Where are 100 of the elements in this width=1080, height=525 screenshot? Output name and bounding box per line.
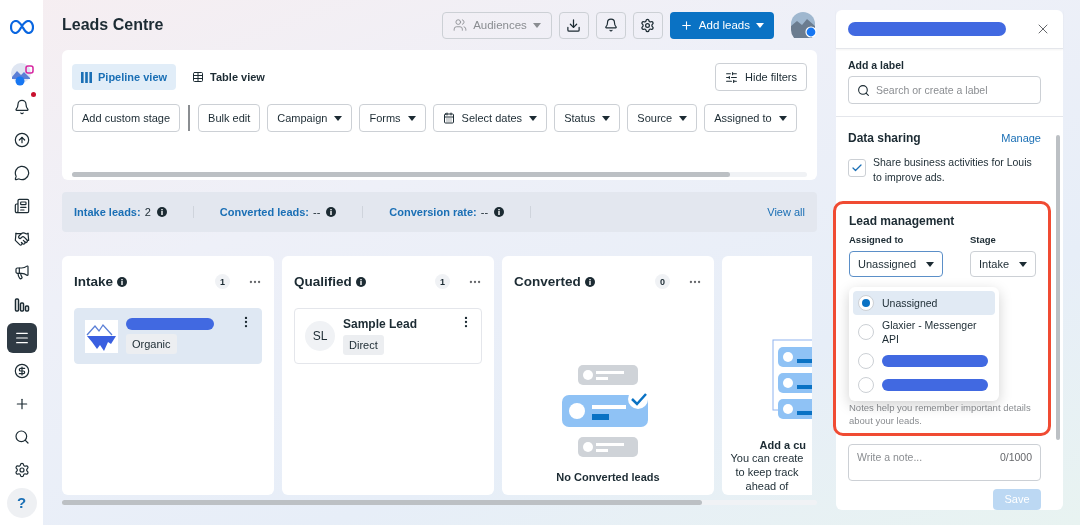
search-icon bbox=[13, 428, 30, 445]
search-icon bbox=[857, 83, 870, 97]
label-search-input[interactable]: Search or create a label bbox=[876, 84, 1026, 96]
info-icon bbox=[156, 207, 167, 217]
column-title: Qualified bbox=[294, 274, 352, 289]
bar-chart-icon bbox=[13, 296, 30, 313]
stat-label: Converted leads: bbox=[219, 206, 309, 218]
chat-icon bbox=[13, 164, 30, 181]
filter-dropdown[interactable]: Status bbox=[554, 104, 621, 132]
note-field[interactable]: Write a note... 0/1000 bbox=[848, 444, 1041, 481]
caret-icon bbox=[1019, 261, 1027, 267]
radio-button[interactable] bbox=[858, 377, 874, 393]
filter-dropdown[interactable]: Source bbox=[627, 104, 698, 132]
stage-select[interactable]: Intake bbox=[970, 251, 1036, 277]
infinity-logo-icon bbox=[9, 19, 34, 34]
iceberg-icon bbox=[85, 319, 118, 353]
column-title: Intake bbox=[74, 274, 114, 289]
assignee-option[interactable]: Glaxier - Messenger API bbox=[853, 315, 995, 349]
manage-link[interactable]: Manage bbox=[1001, 132, 1041, 144]
label-search-field[interactable]: Search or create a label bbox=[848, 76, 1041, 104]
page-title: Leads Centre bbox=[62, 16, 164, 34]
bell-icon bbox=[13, 98, 30, 115]
column-title: Converted bbox=[514, 274, 581, 289]
check-icon bbox=[851, 162, 863, 174]
settings-icon bbox=[13, 461, 30, 478]
scrollbar[interactable] bbox=[72, 172, 730, 177]
column-title: Add a cu bbox=[759, 439, 807, 451]
download-icon bbox=[566, 17, 582, 33]
source-tag: Direct bbox=[343, 335, 384, 355]
section-title: Add a label bbox=[848, 59, 905, 71]
radio-button[interactable] bbox=[858, 295, 874, 311]
lead-count: 1 bbox=[435, 274, 450, 289]
lead-card[interactable]: Organic bbox=[74, 308, 262, 364]
sliders-icon bbox=[725, 70, 739, 84]
description-line: ahead of bbox=[745, 479, 789, 493]
calendar-icon bbox=[442, 112, 455, 124]
stat-label: Intake leads: bbox=[74, 206, 141, 218]
section-title: Data sharing bbox=[848, 131, 921, 145]
add-leads-button[interactable]: Add leads bbox=[669, 11, 774, 39]
account-avatar-icon bbox=[8, 60, 35, 87]
field-label: Assigned to bbox=[849, 234, 905, 245]
bulk-edit-button[interactable]: Bulk edit bbox=[198, 104, 261, 132]
scrollbar[interactable] bbox=[1056, 135, 1060, 440]
handshake-icon bbox=[13, 230, 30, 247]
hide-filters-button[interactable]: Hide filters bbox=[715, 63, 807, 91]
lead-card[interactable]: SL Sample Lead Direct bbox=[294, 308, 482, 364]
stat-label: Conversion rate: bbox=[389, 206, 477, 218]
caret-icon bbox=[756, 22, 764, 28]
caret-icon bbox=[679, 115, 688, 121]
scrollbar[interactable] bbox=[62, 500, 702, 505]
info-icon bbox=[117, 276, 128, 287]
lead-count: 1 bbox=[215, 274, 230, 289]
lead-count: 0 bbox=[655, 274, 670, 289]
filter-dropdown[interactable]: Forms bbox=[359, 104, 426, 132]
radio-button[interactable] bbox=[858, 353, 874, 369]
character-counter: 0/1000 bbox=[999, 451, 1032, 463]
stat-value: -- bbox=[313, 206, 321, 218]
initials-avatar: SL bbox=[305, 321, 335, 351]
caret-icon bbox=[334, 115, 343, 121]
help-button[interactable]: ? bbox=[6, 487, 37, 518]
info-icon bbox=[494, 207, 505, 217]
filter-dropdown[interactable]: Campaign bbox=[267, 104, 353, 132]
megaphone-icon bbox=[13, 263, 30, 280]
view-tab[interactable]: Pipeline view bbox=[72, 64, 177, 90]
caret-icon bbox=[778, 115, 787, 121]
filter-dropdown[interactable]: Assigned to bbox=[704, 104, 797, 132]
people-icon bbox=[453, 18, 468, 32]
table-icon bbox=[192, 71, 205, 83]
empty-state-text: No Converted leads bbox=[556, 471, 660, 483]
info-icon bbox=[584, 276, 595, 287]
assignee-option[interactable]: Unassigned bbox=[853, 291, 995, 315]
arrow-circle-icon bbox=[13, 131, 30, 148]
newspaper-icon bbox=[13, 197, 30, 214]
dollar-icon bbox=[13, 362, 30, 379]
settings-icon bbox=[640, 17, 656, 33]
notifications-button[interactable] bbox=[595, 11, 626, 39]
columns-icon bbox=[81, 71, 92, 83]
stat-value: -- bbox=[480, 206, 489, 218]
nav-button[interactable] bbox=[6, 322, 37, 353]
field-label: Stage bbox=[970, 234, 997, 245]
caret-icon bbox=[532, 22, 541, 28]
assignee-select[interactable]: Unassigned bbox=[849, 251, 944, 277]
section-title: Lead management bbox=[849, 214, 956, 228]
stat-value: 2 bbox=[144, 206, 151, 218]
filter-dropdown[interactable]: Select dates bbox=[432, 104, 548, 132]
caret-icon bbox=[926, 261, 935, 267]
radio-button[interactable] bbox=[858, 324, 874, 340]
source-tag: Organic bbox=[126, 334, 177, 354]
bell-icon bbox=[603, 18, 618, 32]
view-tab[interactable]: Table view bbox=[183, 64, 274, 90]
add-stage-button[interactable]: Add custom stage bbox=[72, 104, 181, 132]
info-icon bbox=[355, 276, 366, 287]
download-button[interactable] bbox=[558, 11, 589, 39]
checkbox[interactable] bbox=[848, 159, 866, 177]
view-all-link[interactable]: View all bbox=[767, 206, 805, 218]
profile-avatar-icon[interactable] bbox=[791, 12, 817, 38]
note-input[interactable]: Write a note... bbox=[857, 451, 967, 463]
info-icon bbox=[326, 207, 337, 217]
plus-icon bbox=[679, 18, 693, 32]
settings-button[interactable] bbox=[632, 11, 663, 39]
